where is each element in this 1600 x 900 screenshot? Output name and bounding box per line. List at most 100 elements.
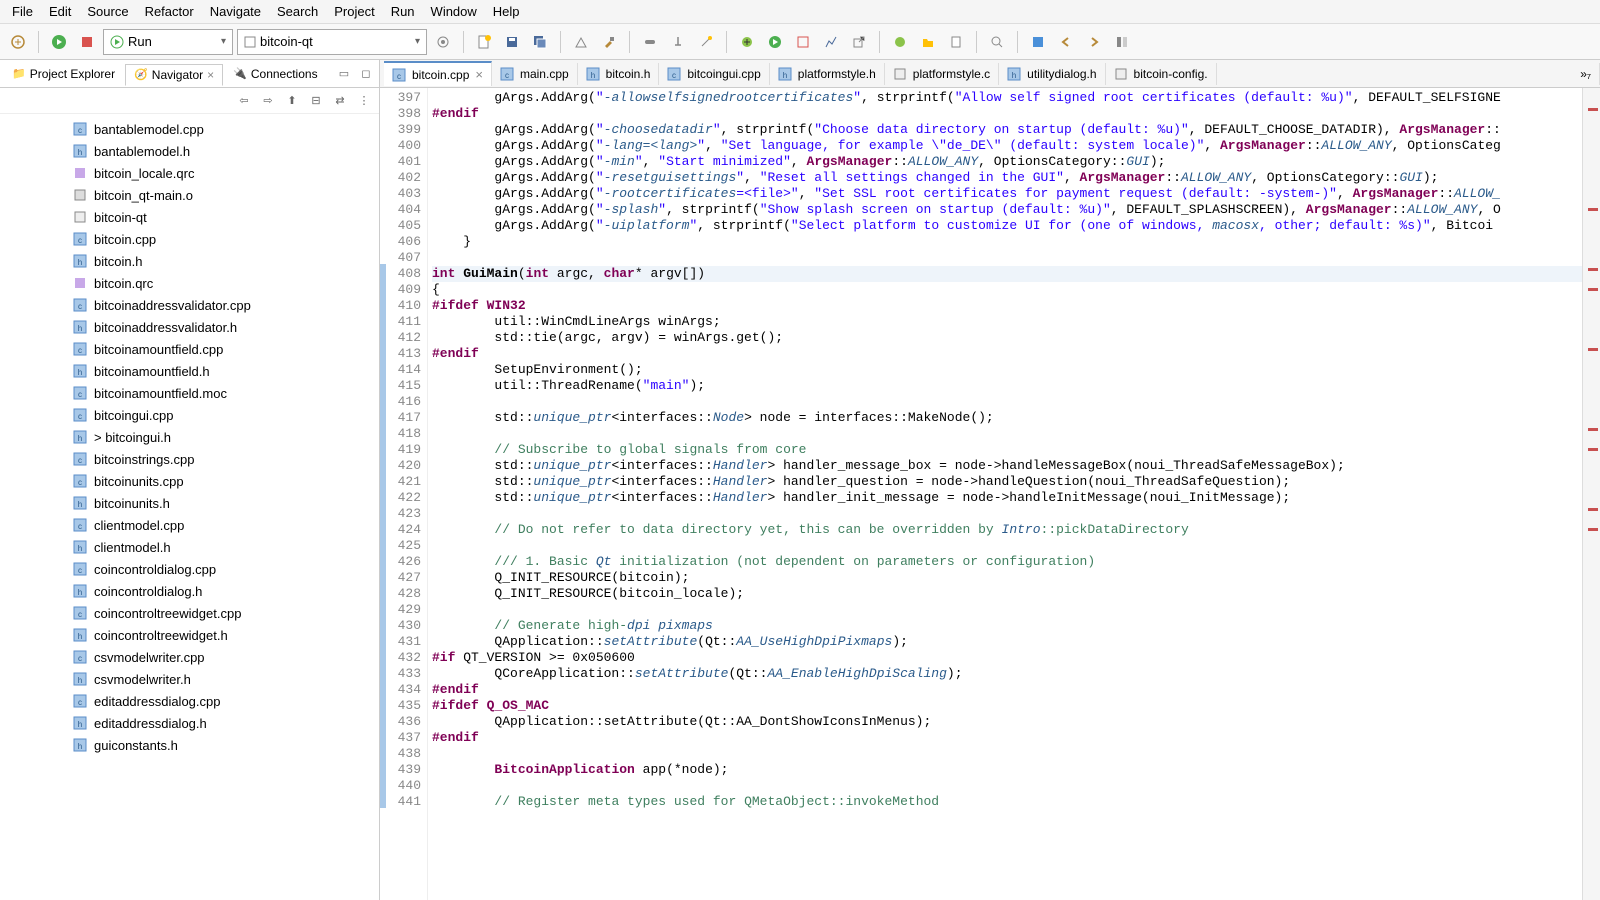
code-line[interactable]: // Generate high-dpi pixmaps [432,618,1582,634]
code-line[interactable]: gArgs.AddArg("-lang=<lang>", "Set langua… [432,138,1582,154]
file-tree[interactable]: cbantablemodel.cpphbantablemodel.hbitcoi… [0,114,379,900]
file-item[interactable]: hclientmodel.h [0,536,379,558]
menu-refactor[interactable]: Refactor [137,2,202,21]
code-line[interactable]: std::unique_ptr<interfaces::Handler> han… [432,490,1582,506]
code-line[interactable] [432,250,1582,266]
overview-ruler[interactable] [1582,88,1600,900]
search-icon[interactable] [985,30,1009,54]
file-item[interactable]: bitcoin.qrc [0,272,379,294]
file-item[interactable]: hbitcoinamountfield.h [0,360,379,382]
code-line[interactable]: #endif [432,346,1582,362]
file-item[interactable]: ccsvmodelwriter.cpp [0,646,379,668]
code-line[interactable] [432,746,1582,762]
file-item[interactable]: cbitcoinstrings.cpp [0,448,379,470]
close-icon[interactable]: × [207,68,214,82]
code-line[interactable]: gArgs.AddArg("-min", "Start minimized", … [432,154,1582,170]
code-line[interactable] [432,394,1582,410]
perspective-icon[interactable] [1110,30,1134,54]
code-line[interactable]: #endif [432,682,1582,698]
menu-window[interactable]: Window [423,2,485,21]
file-item[interactable]: hbitcoin.h [0,250,379,272]
file-item[interactable]: cbitcoinamountfield.cpp [0,338,379,360]
menu-run[interactable]: Run [383,2,423,21]
close-icon[interactable]: × [475,67,483,82]
file-item[interactable]: cbitcoinaddressvalidator.cpp [0,294,379,316]
code-line[interactable]: gArgs.AddArg("-rootcertificates=<file>",… [432,186,1582,202]
file-item[interactable]: cbitcoinunits.cpp [0,470,379,492]
wand-icon[interactable] [694,30,718,54]
drilldown-icon[interactable] [6,30,30,54]
code-line[interactable]: QCoreApplication::setAttribute(Qt::AA_En… [432,666,1582,682]
toggle-icon[interactable] [638,30,662,54]
code-line[interactable]: std::unique_ptr<interfaces::Node> node =… [432,410,1582,426]
code-line[interactable]: Q_INIT_RESOURCE(bitcoin_locale); [432,586,1582,602]
menu-source[interactable]: Source [79,2,136,21]
menu-file[interactable]: File [4,2,41,21]
stop-button[interactable] [75,30,99,54]
forward-icon[interactable] [1082,30,1106,54]
file-item[interactable]: heditaddressdialog.h [0,712,379,734]
file-item[interactable]: bitcoin-qt [0,206,379,228]
code-line[interactable]: #endif [432,730,1582,746]
coverage-icon[interactable] [791,30,815,54]
file-item[interactable]: h> bitcoingui.h [0,426,379,448]
code-line[interactable]: util::ThreadRename("main"); [432,378,1582,394]
file-item[interactable]: ccoincontroldialog.cpp [0,558,379,580]
code-text[interactable]: gArgs.AddArg("-allowselfsignedrootcertif… [428,88,1582,900]
sidebar-tab-navigator[interactable]: 🧭Navigator× [125,64,223,86]
file-item[interactable]: hguiconstants.h [0,734,379,756]
up-icon[interactable]: ⬆ [283,92,301,110]
minimize-icon[interactable]: ▭ [335,65,353,83]
code-line[interactable]: } [432,234,1582,250]
editor-tab[interactable]: cbitcoin.cpp× [384,61,492,86]
code-line[interactable] [432,538,1582,554]
code-line[interactable]: // Register meta types used for QMetaObj… [432,794,1582,810]
editor-tab[interactable]: bitcoin-config. [1106,63,1217,85]
code-line[interactable]: SetupEnvironment(); [432,362,1582,378]
editor-tab[interactable]: hplatformstyle.h [770,63,885,85]
code-line[interactable]: std::unique_ptr<interfaces::Handler> han… [432,458,1582,474]
menu-help[interactable]: Help [485,2,528,21]
debug-icon[interactable] [735,30,759,54]
collapse-icon[interactable]: ⊟ [307,92,325,110]
code-line[interactable]: std::tie(argc, argv) = winArgs.get(); [432,330,1582,346]
task-icon[interactable] [1026,30,1050,54]
menu-navigate[interactable]: Navigate [202,2,269,21]
editor-tab[interactable]: hbitcoin.h [578,63,660,85]
file-item[interactable]: hcoincontroldialog.h [0,580,379,602]
forward-icon[interactable]: ⇨ [259,92,277,110]
file-item[interactable]: hbitcoinaddressvalidator.h [0,316,379,338]
file-item[interactable]: ccoincontroltreewidget.cpp [0,602,379,624]
code-line[interactable]: gArgs.AddArg("-resetguisettings", "Reset… [432,170,1582,186]
file-item[interactable]: bitcoin_locale.qrc [0,162,379,184]
code-line[interactable]: gArgs.AddArg("-allowselfsignedrootcertif… [432,90,1582,106]
file-item[interactable]: cclientmodel.cpp [0,514,379,536]
maximize-icon[interactable]: ◻ [357,65,375,83]
sidebar-tab-project-explorer[interactable]: 📁Project Explorer [4,64,123,84]
code-line[interactable]: // Subscribe to global signals from core [432,442,1582,458]
new-folder-icon[interactable] [916,30,940,54]
file-item[interactable]: cbitcoingui.cpp [0,404,379,426]
menu-edit[interactable]: Edit [41,2,79,21]
save-all-icon[interactable] [528,30,552,54]
code-line[interactable]: #if QT_VERSION >= 0x050600 [432,650,1582,666]
file-item[interactable]: hbantablemodel.h [0,140,379,162]
file-item[interactable]: bitcoin_qt-main.o [0,184,379,206]
code-line[interactable]: util::WinCmdLineArgs winArgs; [432,314,1582,330]
code-line[interactable]: int GuiMain(int argc, char* argv[]) [432,266,1582,282]
new-icon[interactable] [472,30,496,54]
editor-tab[interactable]: platformstyle.c [885,63,999,85]
code-line[interactable]: QApplication::setAttribute(Qt::AA_UseHig… [432,634,1582,650]
file-item[interactable]: hcsvmodelwriter.h [0,668,379,690]
code-line[interactable] [432,426,1582,442]
code-line[interactable] [432,506,1582,522]
code-line[interactable] [432,778,1582,794]
new-file-icon[interactable] [944,30,968,54]
code-line[interactable]: gArgs.AddArg("-uiplatform", strprintf("S… [432,218,1582,234]
code-line[interactable]: std::unique_ptr<interfaces::Handler> han… [432,474,1582,490]
sidebar-tab-connections[interactable]: 🔌Connections [225,64,325,84]
save-icon[interactable] [500,30,524,54]
editor-tab[interactable]: cmain.cpp [492,63,578,85]
code-line[interactable]: /// 1. Basic Qt initialization (not depe… [432,554,1582,570]
code-line[interactable]: #endif [432,106,1582,122]
